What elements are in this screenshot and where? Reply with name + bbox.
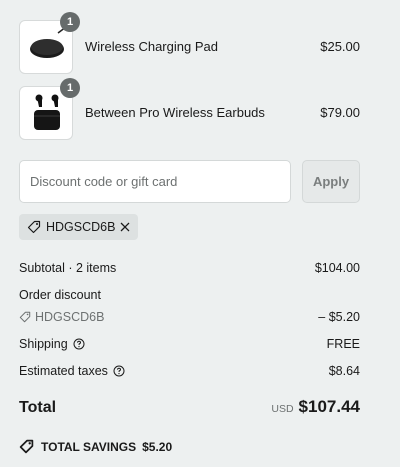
shipping-label: Shipping [19, 337, 68, 351]
shipping-row: Shipping FREE [19, 337, 360, 353]
savings-tag-icon [19, 439, 34, 454]
tag-icon [19, 311, 31, 323]
order-discount-label: Order discount [19, 288, 101, 302]
item-price: $79.00 [320, 105, 360, 120]
product-thumbnail: 1 [19, 78, 80, 140]
discount-code-label: HDGSCD6B [35, 310, 105, 324]
taxes-label: Estimated taxes [19, 364, 108, 378]
tag-icon [27, 220, 41, 234]
applied-code: HDGSCD6B [46, 220, 116, 234]
cart-item: 1 Wireless Charging Pad $25.00 [19, 12, 360, 74]
total-savings: TOTAL SAVINGS $5.20 [19, 439, 172, 454]
discount-code-input[interactable] [19, 160, 291, 203]
quantity-badge: 1 [60, 12, 80, 32]
item-price: $25.00 [320, 39, 360, 54]
currency-code: USD [271, 403, 294, 415]
shipping-value: FREE [326, 337, 360, 351]
cart-item: 1 Between Pro Wireless Earbuds $79.00 [19, 78, 360, 140]
discount-code-row: HDGSCD6B – $5.20 [19, 310, 360, 326]
discount-value: – $5.20 [318, 310, 360, 324]
quantity-badge: 1 [60, 78, 80, 98]
subtotal-label: Subtotal · 2 items [19, 261, 117, 275]
help-circle-icon[interactable] [73, 338, 85, 350]
total-label: Total [19, 399, 57, 416]
apply-button[interactable]: Apply [302, 160, 360, 203]
taxes-value: $8.64 [328, 364, 360, 378]
savings-value: $5.20 [142, 439, 173, 454]
applied-discount-chip: HDGSCD6B [19, 214, 138, 240]
total-value: $107.44 [298, 397, 360, 416]
subtotal-row: Subtotal · 2 items $104.00 [19, 261, 360, 277]
close-icon[interactable] [119, 221, 131, 233]
item-name: Between Pro Wireless Earbuds [85, 105, 265, 120]
product-thumbnail: 1 [19, 12, 80, 74]
subtotal-value: $104.00 [314, 261, 360, 275]
taxes-row: Estimated taxes $8.64 [19, 364, 360, 380]
item-name: Wireless Charging Pad [85, 39, 218, 54]
help-circle-icon[interactable] [113, 365, 125, 377]
total-row: Total USD $107.44 [19, 397, 360, 419]
order-discount-row: Order discount [19, 288, 360, 304]
savings-label: TOTAL SAVINGS [41, 439, 137, 454]
